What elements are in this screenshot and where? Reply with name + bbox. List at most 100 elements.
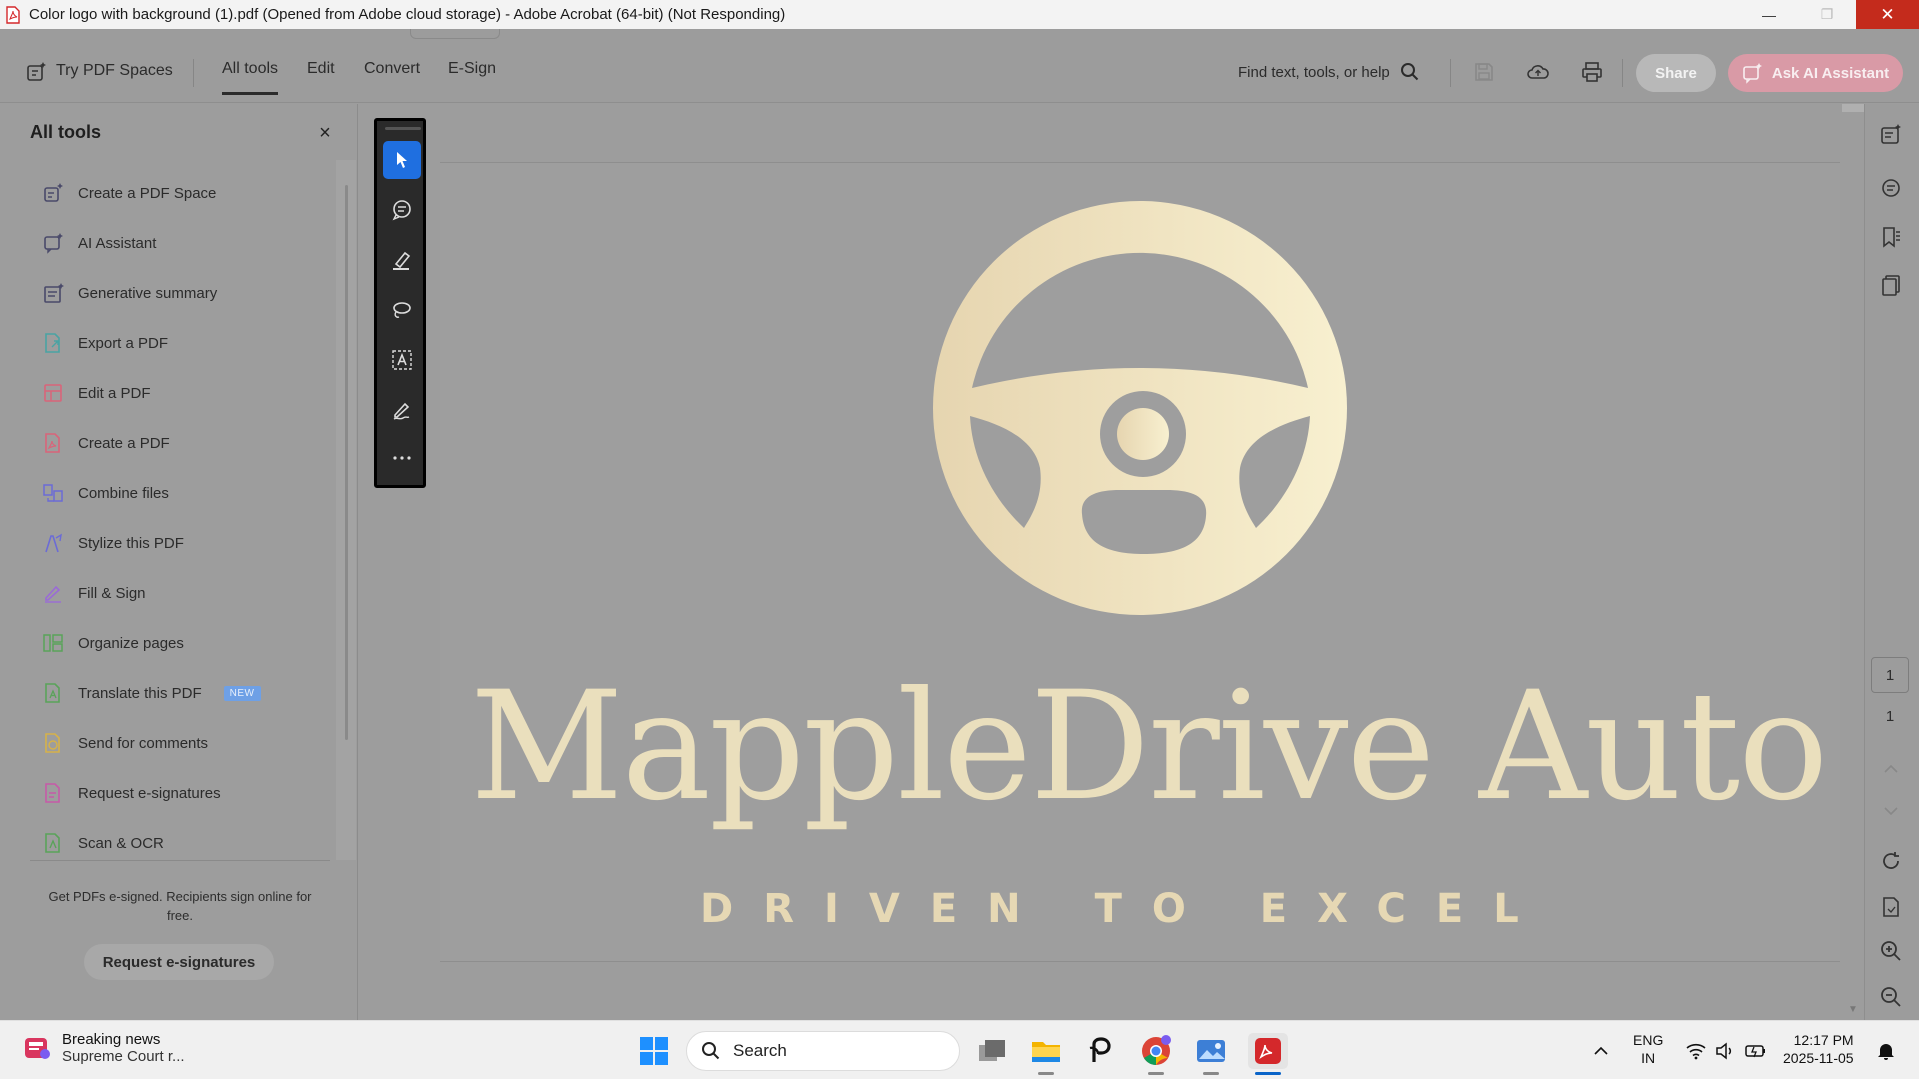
zoom-in-icon[interactable] [1876,936,1906,966]
pdf-spaces-icon [27,62,46,81]
fill-sign-icon [42,582,64,604]
summary-icon [42,282,64,304]
more-tools-icon[interactable] [383,439,421,477]
tab-convert[interactable]: Convert [364,60,420,78]
sign-tool-icon[interactable] [383,391,421,429]
tool-item-generative-summary[interactable]: Generative summary [30,268,330,318]
comments-panel-icon[interactable] [1876,174,1906,204]
tool-item-label: Combine files [78,484,169,502]
tab-edit[interactable]: Edit [307,60,335,78]
panel-title: All tools [30,122,101,142]
tool-item-send-for-comments[interactable]: Send for comments [30,718,330,768]
drag-handle[interactable] [385,127,421,130]
task-view-icon[interactable] [974,1033,1010,1069]
tool-item-label: Request e-signatures [78,784,221,802]
wifi-icon[interactable] [1685,1040,1707,1062]
tab-all-tools[interactable]: All tools [222,60,279,95]
photos-icon[interactable] [1193,1033,1229,1069]
esign-promo-text: Get PDFs e-signed. Recipients sign onlin… [48,889,312,923]
tool-item-label: Stylize this PDF [78,534,184,552]
tool-item-edit-a-pdf[interactable]: Edit a PDF [30,368,330,418]
scroll-thumb[interactable] [1842,104,1864,112]
tool-item-combine-files[interactable]: Combine files [30,468,330,518]
brand-name-text: MappleDrive Auto [470,660,1828,834]
tool-list: Create a PDF Space AI Assistant Generative… [30,168,330,868]
file-explorer-icon[interactable] [1028,1033,1064,1069]
highlight-tool-icon[interactable] [383,241,421,279]
page-fit-icon[interactable] [1876,892,1906,922]
share-button[interactable]: Share [1636,54,1716,92]
tool-item-stylize-this-pdf[interactable]: Stylize this PDF [30,518,330,568]
quick-tools-strip [374,118,426,488]
text-select-tool-icon[interactable] [383,341,421,379]
bookmarks-icon[interactable] [1876,222,1906,252]
create-pdf-icon [42,432,64,454]
ask-ai-assistant-button[interactable]: Ask AI Assistant [1728,54,1903,92]
document-scrollbar[interactable]: ▼ [1842,104,1864,1020]
previous-page-icon[interactable] [1876,754,1906,784]
close-panel-button[interactable]: × [316,123,334,143]
stylize-icon [42,532,64,554]
language-line2: IN [1641,1050,1656,1066]
request-esignatures-button[interactable]: Request e-signatures [84,944,274,980]
send-comments-icon [42,732,64,754]
try-pdf-spaces-button[interactable]: Try PDF Spaces [26,60,173,82]
tab-esign[interactable]: E-Sign [448,60,496,78]
tool-item-fill-sign[interactable]: Fill & Sign [30,568,330,618]
save-icon[interactable] [1470,58,1498,86]
next-page-icon[interactable] [1876,796,1906,826]
tool-item-request-e-signatures[interactable]: Request e-signatures [30,768,330,818]
maximize-button[interactable]: ❐ [1798,0,1856,29]
find-search-box[interactable]: Find text, tools, or help [1238,62,1420,82]
scan-ocr-icon [42,832,64,854]
tool-item-label: Generative summary [78,284,218,302]
language-indicator[interactable]: ENG IN [1633,1031,1663,1067]
tool-item-ai-assistant[interactable]: AI Assistant [30,218,330,268]
panel-scroll-thumb[interactable] [345,185,348,740]
tool-item-export-a-pdf[interactable]: Export a PDF [30,318,330,368]
comment-tool-icon[interactable] [383,191,421,229]
battery-icon[interactable] [1745,1040,1767,1062]
ai-assistant-icon [1743,63,1762,84]
p-app-icon[interactable] [1083,1033,1119,1069]
taskbar-search[interactable]: Search [686,1031,960,1071]
print-icon[interactable] [1578,58,1606,86]
toolbar-divider [1622,59,1623,87]
close-window-button[interactable]: ✕ [1856,0,1919,29]
tool-item-create-a-pdf-space[interactable]: Create a PDF Space [30,168,330,218]
windows-start-icon[interactable] [636,1033,672,1069]
select-tool-icon[interactable] [383,141,421,179]
news-icon [25,1038,50,1059]
acrobat-taskbar-icon[interactable] [1248,1033,1288,1069]
show-hidden-icons-chevron-icon[interactable] [1590,1040,1612,1062]
tool-item-label: Export a PDF [78,334,169,352]
draw-tool-icon[interactable] [383,291,421,329]
news-widget[interactable]: Breaking news Supreme Court r... [22,1031,185,1065]
combine-files-icon [42,482,64,504]
new-badge: NEW [223,685,261,701]
tool-item-organize-pages[interactable]: Organize pages [30,618,330,668]
chrome-icon[interactable] [1138,1033,1174,1069]
scroll-down-arrow-icon[interactable]: ▼ [1848,1004,1858,1015]
clock[interactable]: 12:17 PM 2025-11-05 [1783,1031,1854,1067]
ask-ai-label: Ask AI Assistant [1771,64,1890,82]
minimize-button[interactable]: — [1740,0,1798,29]
tool-item-create-a-pdf[interactable]: Create a PDF [30,418,330,468]
running-indicator [1203,1072,1219,1075]
tool-item-translate-this-pdf[interactable]: Translate this PDF NEW [30,668,330,718]
tool-item-label: Scan & OCR [78,834,164,852]
zoom-out-icon[interactable] [1876,982,1906,1012]
rotate-icon[interactable] [1876,846,1906,876]
cloud-upload-icon[interactable] [1524,58,1552,86]
toolbar-divider [1450,59,1451,87]
ai-generative-icon[interactable] [1876,120,1906,150]
active-app-indicator [1255,1072,1281,1075]
page-thumbnails-icon[interactable] [1876,270,1906,300]
notification-bell-icon[interactable] [1875,1040,1897,1062]
steering-wheel-logo [933,201,1347,615]
search-icon [702,1042,720,1060]
edit-pdf-icon [42,382,64,404]
volume-icon[interactable] [1714,1040,1736,1062]
pdf-space-icon [42,182,64,204]
current-page-input[interactable]: 1 [1871,657,1909,693]
